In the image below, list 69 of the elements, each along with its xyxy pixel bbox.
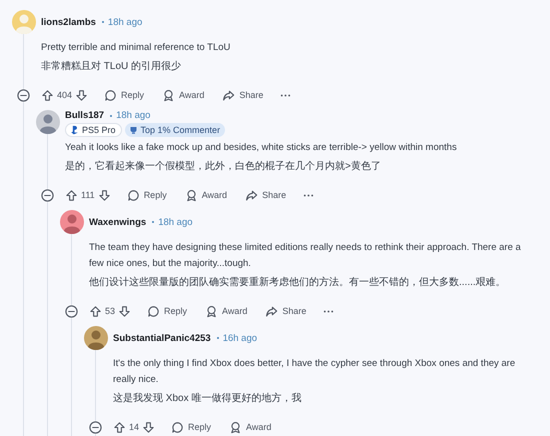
comment-text: Yeah it looks like a fake mock up and besides, white sticks are terrible-> yellow within months	[65, 141, 458, 155]
share-button[interactable]: Share	[239, 188, 292, 202]
username-link[interactable]: SubstantialPanic4253	[113, 332, 211, 344]
avatar[interactable]	[84, 326, 108, 350]
trophy-icon	[128, 125, 138, 135]
award-icon	[184, 188, 198, 202]
achievement-badge: Top 1% Commenter	[124, 123, 226, 137]
upvote-button[interactable]	[41, 88, 54, 102]
down-arrow-icon	[98, 188, 111, 202]
avatar[interactable]	[36, 110, 60, 134]
username-link[interactable]: Bulls187	[65, 110, 104, 121]
downvote-button[interactable]	[118, 304, 132, 318]
upvote-button[interactable]	[65, 188, 78, 202]
timestamp: 16h ago	[222, 332, 258, 344]
vote-count: 404	[57, 90, 72, 100]
speech-bubble-icon	[147, 304, 160, 318]
vote-count: 14	[129, 422, 140, 432]
downvote-button[interactable]	[98, 188, 111, 202]
collapse-button[interactable]	[65, 304, 78, 318]
downvote-button[interactable]	[142, 420, 156, 434]
share-icon	[265, 304, 278, 318]
award-icon	[229, 420, 242, 434]
comment-text: Pretty terrible and minimal reference to TLoU	[41, 41, 232, 55]
timestamp: 18h ago	[116, 110, 150, 121]
reply-button[interactable]: Reply	[165, 420, 218, 434]
collapse-button[interactable]	[41, 188, 54, 202]
reply-button[interactable]: Reply	[120, 188, 173, 202]
up-arrow-icon	[113, 420, 126, 434]
up-arrow-icon	[89, 304, 102, 318]
award-icon	[205, 304, 218, 318]
award-button[interactable]: Award	[156, 88, 210, 102]
timestamp: 18h ago	[108, 16, 142, 28]
down-arrow-icon	[75, 88, 88, 102]
reply-button[interactable]: Reply	[98, 88, 150, 102]
speech-bubble-icon	[126, 188, 140, 202]
award-button[interactable]: Award	[199, 304, 254, 318]
vote-count: 53	[105, 306, 116, 316]
collapse-button[interactable]	[17, 88, 30, 102]
upvote-button[interactable]	[113, 420, 126, 434]
comment-text: 非常糟糕且对 TLoU 的引用很少	[41, 60, 182, 74]
share-button[interactable]: Share	[259, 304, 312, 318]
comment-text: 是的，它看起来像一个假模型，此外，白色的棍子在几个月内就>黄色了	[65, 160, 382, 174]
down-arrow-icon	[142, 420, 156, 434]
logo-icon	[70, 125, 79, 135]
award-button[interactable]: Award	[223, 420, 278, 434]
downvote-button[interactable]	[75, 88, 88, 102]
share-icon	[245, 188, 258, 202]
vote-count: 111	[81, 190, 95, 200]
speech-bubble-icon	[104, 88, 118, 102]
user-flair: PS5 Pro	[65, 123, 122, 137]
collapse-button[interactable]	[89, 420, 102, 434]
share-button[interactable]: Share	[216, 88, 270, 102]
award-button[interactable]: Award	[178, 188, 234, 202]
comment-text: 这是我发现 Xbox 唯一做得更好的地方，我	[113, 392, 302, 406]
comment-text: It's the only thing I find Xbox does better, I have the cypher see through Xbox ones and they are really nice.	[113, 357, 516, 387]
timestamp: 18h ago	[158, 216, 193, 228]
username-link[interactable]: lions2lambs	[41, 16, 96, 28]
up-arrow-icon	[65, 188, 78, 202]
speech-bubble-icon	[171, 420, 184, 434]
avatar[interactable]	[60, 210, 84, 234]
comment-text: 他们设计这些限量版的团队确实需要重新考虑他们的方法。有一些不错的，但大多数......艰难。	[89, 276, 507, 290]
up-arrow-icon	[41, 88, 54, 102]
share-icon	[222, 88, 236, 102]
reply-button[interactable]: Reply	[141, 304, 194, 318]
username-link[interactable]: Waxenwings	[89, 216, 146, 228]
comment-text: The team they have designing these limited editions really needs to rethink their approach. There are a few nice ones, but the majority...tough.	[89, 241, 522, 271]
award-icon	[162, 88, 176, 102]
upvote-button[interactable]	[89, 304, 102, 318]
down-arrow-icon	[118, 304, 132, 318]
